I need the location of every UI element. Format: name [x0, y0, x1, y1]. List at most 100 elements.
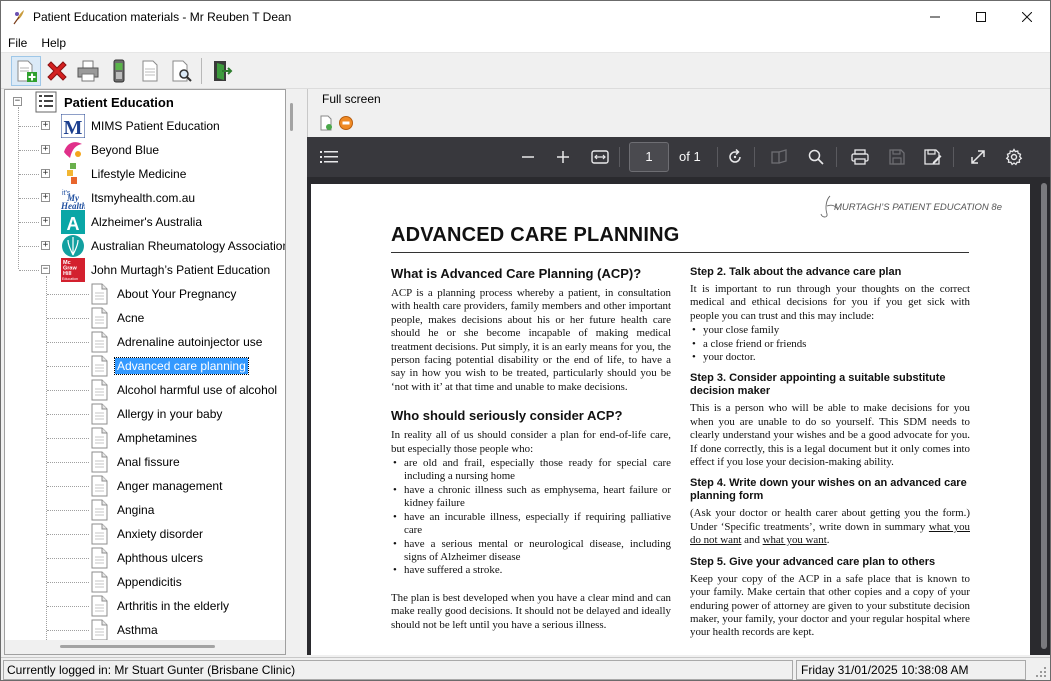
- tree-document-item[interactable]: Arthritis in the elderly: [91, 594, 231, 618]
- tree-document-label: Appendicitis: [117, 575, 182, 589]
- pdf-toolbar-separator: [836, 147, 837, 167]
- add-document-button[interactable]: [11, 55, 41, 86]
- fit-width-button[interactable]: [588, 145, 612, 169]
- tree-document-label: About Your Pregnancy: [117, 287, 237, 301]
- presentation-mode-button[interactable]: [966, 145, 990, 169]
- tree-document-item[interactable]: Anal fissure: [91, 450, 182, 474]
- tree-expand-toggle[interactable]: +: [41, 241, 50, 250]
- pdf-settings-button[interactable]: [1002, 145, 1026, 169]
- menu-help[interactable]: Help: [34, 33, 73, 53]
- step-heading: Step 2. Talk about the advance care plan: [690, 266, 902, 278]
- stop-loading-icon[interactable]: [338, 115, 354, 131]
- maximize-button[interactable]: [958, 1, 1004, 33]
- tree-provider[interactable]: Lifestyle Medicine: [61, 162, 188, 186]
- tree-expand-toggle[interactable]: +: [41, 193, 50, 202]
- save-icon: [889, 149, 905, 165]
- tree-document-label-selected: Advanced care planning: [114, 357, 249, 375]
- tree-document-item[interactable]: Appendicitis: [91, 570, 184, 594]
- document-title: ADVANCED CARE PLANNING: [391, 224, 680, 246]
- tree-document-item[interactable]: Amphetamines: [91, 426, 199, 450]
- document-icon: [91, 403, 108, 425]
- expand-icon: [971, 150, 985, 164]
- logged-in-status: Currently logged in: Mr Stuart Gunter (B…: [3, 660, 793, 680]
- app-feather-icon: [13, 10, 24, 25]
- tree-expand-toggle[interactable]: +: [41, 169, 50, 178]
- tree-expand-toggle[interactable]: −: [41, 265, 50, 274]
- preview-document-button[interactable]: [166, 56, 196, 86]
- list-icon: [320, 151, 338, 163]
- tree-document-item[interactable]: Adrenaline autoinjector use: [91, 330, 264, 354]
- tree-document-item[interactable]: Asthma: [91, 618, 160, 642]
- tree-document-item[interactable]: Allergy in your baby: [91, 402, 224, 426]
- pdf-save-button[interactable]: [885, 145, 909, 169]
- tree-expand-toggle[interactable]: +: [41, 145, 50, 154]
- tree-document-item[interactable]: Aphthous ulcers: [91, 546, 205, 570]
- tree-document-item[interactable]: Anger management: [91, 474, 224, 498]
- document-refresh-icon[interactable]: [318, 115, 334, 131]
- datetime-status: Friday 31/01/2025 10:38:08 AM: [796, 660, 1026, 680]
- full-screen-button[interactable]: Full screen: [322, 92, 381, 106]
- tree-document-label: Amphetamines: [117, 431, 198, 445]
- tree-document-item[interactable]: Anxiety disorder: [91, 522, 205, 546]
- pdf-toolbar: 1 of 1: [307, 137, 1050, 177]
- tree-vertical-scrollbar[interactable]: [286, 89, 303, 655]
- tree-document-label: Alcohol harmful use of alcohol: [117, 383, 278, 397]
- document-icon: [91, 331, 108, 353]
- education-tree[interactable]: − Patient Education + M MIMS Patient Educati…: [4, 89, 286, 655]
- tree-expand-toggle[interactable]: +: [41, 121, 50, 130]
- exit-button[interactable]: [206, 56, 236, 86]
- zoom-out-button[interactable]: [516, 145, 540, 169]
- minus-icon: [522, 156, 534, 158]
- document-icon: [91, 427, 108, 449]
- tree-document-item[interactable]: About Your Pregnancy: [91, 282, 238, 306]
- save-as-icon: [924, 149, 942, 165]
- fit-width-icon: [591, 150, 609, 164]
- tree-document-item[interactable]: Acne: [91, 306, 146, 330]
- tree-document-label: Anger management: [117, 479, 223, 493]
- status-bar: Currently logged in: Mr Stuart Gunter (B…: [1, 657, 1050, 680]
- pdf-toolbar-separator: [953, 147, 954, 167]
- document-icon: [91, 307, 108, 329]
- menu-file[interactable]: File: [1, 33, 34, 53]
- app-window: Patient Education materials - Mr Reuben …: [0, 0, 1051, 681]
- tree-expand-toggle[interactable]: +: [41, 217, 50, 226]
- send-sms-button[interactable]: [104, 56, 134, 86]
- sidebar-toggle-button[interactable]: [317, 145, 341, 169]
- tree-root[interactable]: Patient Education: [35, 90, 176, 114]
- new-blank-document-button[interactable]: [135, 56, 165, 86]
- tree-document-item[interactable]: Alcohol harmful use of alcohol: [91, 378, 279, 402]
- tree-provider[interactable]: A Alzheimer's Australia: [61, 210, 204, 234]
- tree-provider[interactable]: Mc Graw Hill Education John Murtagh’s Patien…: [61, 258, 272, 282]
- tree-document-label: Angina: [117, 503, 155, 517]
- svg-text:Education: Education: [62, 277, 78, 281]
- list-item: have suffered a stroke.: [391, 564, 671, 578]
- tree-document-item[interactable]: Advanced care planning: [91, 354, 249, 378]
- tree-provider[interactable]: it's My Health Itsmyhealth.com.au: [61, 186, 197, 210]
- pdf-print-button[interactable]: [848, 145, 872, 169]
- tree-document-item[interactable]: Angina: [91, 498, 156, 522]
- zoom-in-button[interactable]: [551, 145, 575, 169]
- resize-grip-icon[interactable]: [1034, 665, 1048, 679]
- pdf-canvas[interactable]: MURTAGH’S PATIENT EDUCATION 8e ADVANCED …: [307, 177, 1050, 655]
- tree-provider[interactable]: Australian Rheumatology Association: [61, 234, 285, 258]
- delete-button[interactable]: [42, 56, 72, 86]
- list-item: have a chronic illness such as emphysema…: [391, 484, 671, 511]
- two-page-view-button[interactable]: [768, 145, 792, 169]
- tree-provider[interactable]: M MIMS Patient Education: [61, 114, 222, 138]
- find-button[interactable]: [804, 145, 828, 169]
- tree-document-label: Anxiety disorder: [117, 527, 204, 541]
- pdf-vertical-scrollbar[interactable]: [1038, 177, 1050, 655]
- document-icon: [91, 355, 108, 377]
- print-button[interactable]: [73, 56, 103, 86]
- minimize-button[interactable]: [912, 1, 958, 33]
- save-as-button[interactable]: [921, 145, 945, 169]
- tree-collapse-toggle[interactable]: −: [13, 97, 22, 106]
- tree-horizontal-scrollbar[interactable]: [5, 640, 285, 654]
- close-button[interactable]: [1004, 1, 1050, 33]
- page-number-input[interactable]: 1: [629, 142, 669, 172]
- title-bar: Patient Education materials - Mr Reuben …: [1, 1, 1050, 33]
- tree-provider[interactable]: Beyond Blue: [61, 138, 161, 162]
- rotate-button[interactable]: [723, 145, 747, 169]
- publisher-brand: MURTAGH’S PATIENT EDUCATION 8e: [833, 202, 1002, 213]
- step-heading: Step 3. Consider appointing a suitable s…: [690, 372, 946, 398]
